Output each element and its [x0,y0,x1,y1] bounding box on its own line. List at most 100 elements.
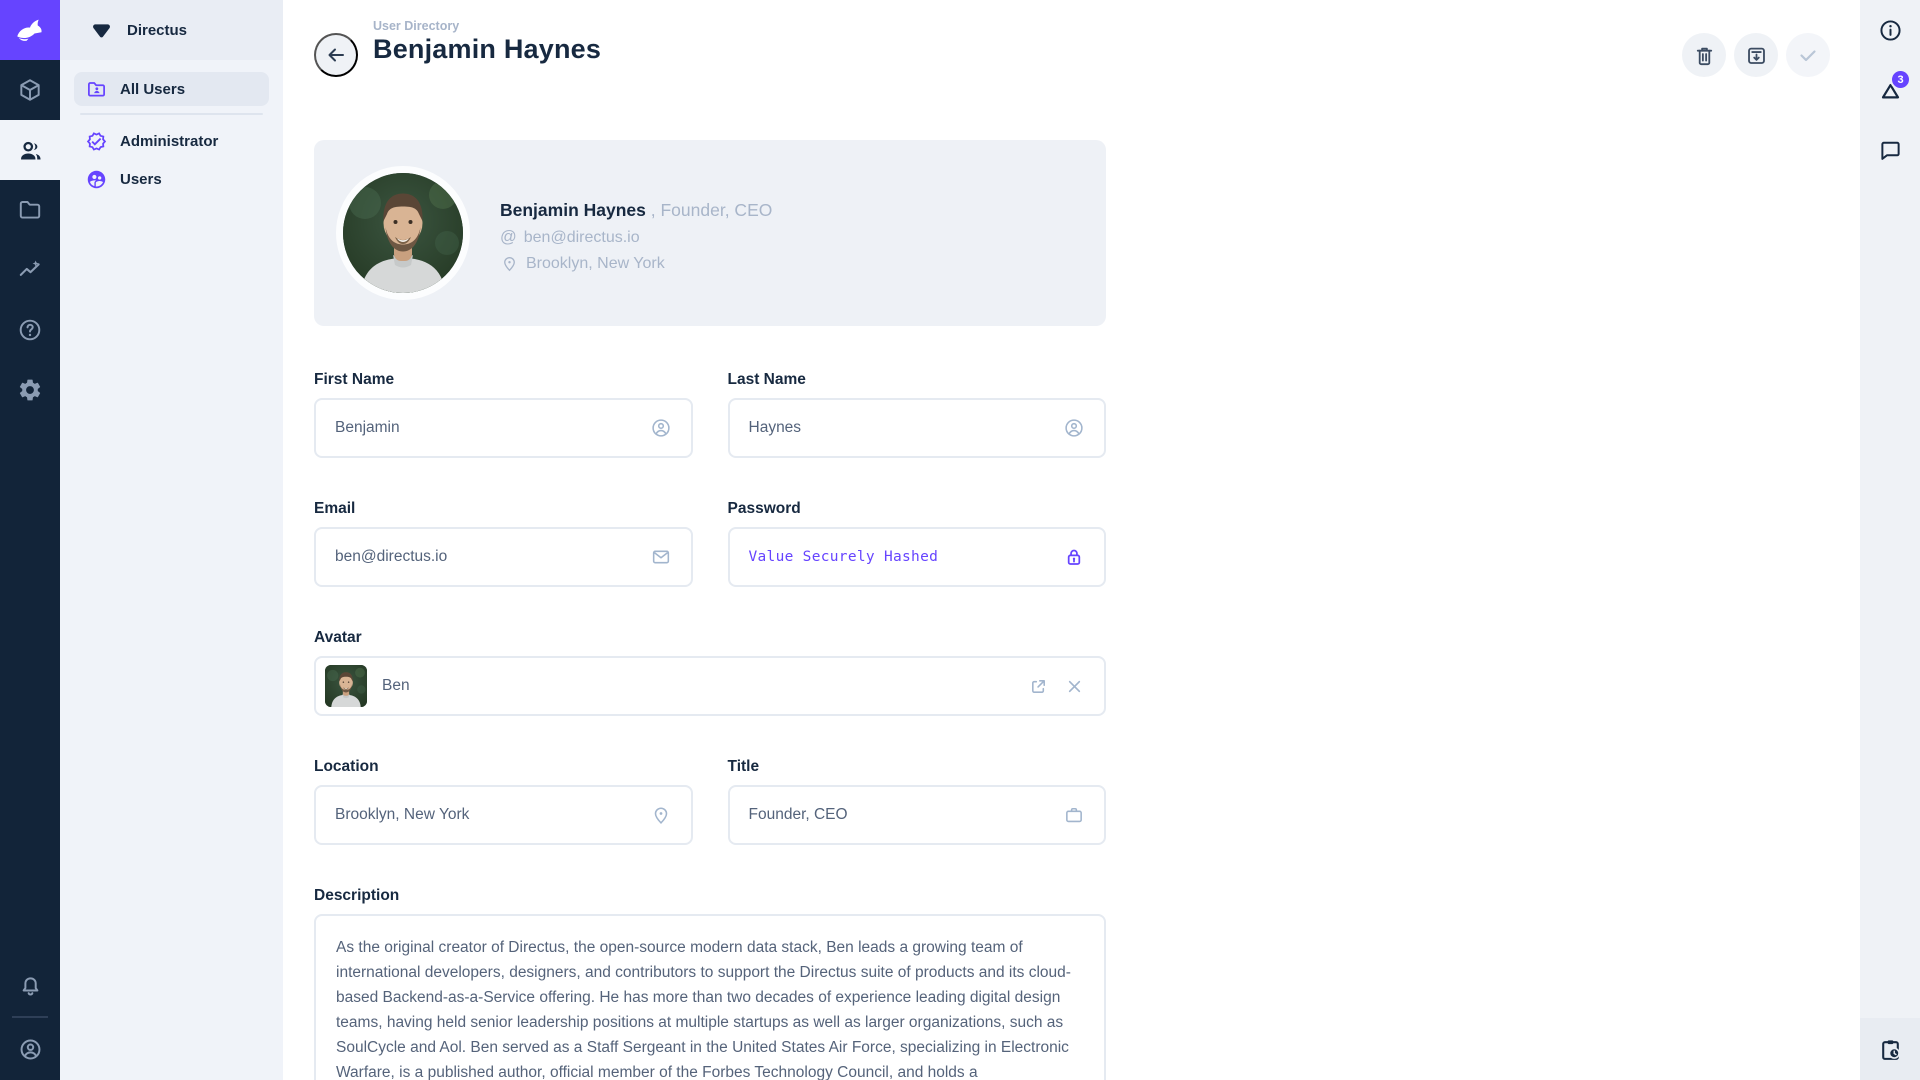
folder-icon [17,197,43,223]
last-name-input[interactable]: Haynes [728,398,1107,458]
title-input[interactable]: Founder, CEO [728,785,1107,845]
avatar-input[interactable]: Ben [314,656,1106,716]
first-name-input[interactable]: Benjamin [314,398,693,458]
briefcase-icon [1063,804,1085,826]
account-circle-icon [650,417,672,439]
field-last-name: Last Name Haynes [728,371,1107,458]
module-settings[interactable] [0,360,60,420]
module-insights[interactable] [0,240,60,300]
account-menu-button[interactable] [0,1018,60,1080]
nav-sidebar: Directus All Users Administrator [60,0,283,1080]
user-card-role: , Founder, CEO [651,200,773,220]
breadcrumb: User Directory [373,19,601,33]
module-content[interactable] [0,60,60,120]
nav-list: All Users Administrator Users [60,60,283,196]
module-bar-spacer [0,420,60,956]
trash-icon [1693,44,1716,67]
user-form: First Name Benjamin Last Name [314,371,1106,1080]
nav-item-administrator[interactable]: Administrator [74,124,269,158]
rabbit-icon [12,12,48,48]
content: Benjamin Haynes , Founder, CEO @ ben@dir… [314,90,1106,1080]
nav-item-label: Administrator [120,133,218,150]
page-header: User Directory Benjamin Haynes [283,0,1860,90]
back-button[interactable] [314,33,358,77]
field-description: Description As the original creator of D… [314,887,1106,1080]
comment-icon [1878,138,1903,163]
input-value: Benjamin [335,419,400,437]
module-user-directory[interactable] [0,120,60,180]
folder-user-icon [86,79,107,100]
avatar-actions [1028,676,1085,697]
revisions-count-badge: 3 [1890,69,1911,90]
account-circle-icon [1063,417,1085,439]
user-avatar-photo[interactable] [336,166,470,300]
activity-log-button[interactable] [1860,1018,1920,1080]
main-area: User Directory Benjamin Haynes [283,0,1860,1080]
field-email: Email ben@directus.io [314,500,693,587]
right-sidebar: 3 [1860,0,1920,1080]
check-icon [1796,43,1820,67]
directus-logo[interactable] [0,0,60,60]
arrow-left-icon [324,43,348,67]
user-card-email-row: @ ben@directus.io [500,228,772,247]
account-circle-icon [18,1037,43,1062]
description-textarea[interactable]: As the original creator of Directus, the… [314,914,1106,1080]
close-icon[interactable] [1064,676,1085,697]
input-value: Haynes [749,419,802,437]
nav-item-all-users[interactable]: All Users [74,72,269,106]
module-documentation[interactable] [0,300,60,360]
archive-button[interactable] [1734,33,1778,77]
project-fan-icon [90,19,113,42]
map-pin-icon [500,254,519,273]
field-avatar: Avatar Ben [314,629,1106,716]
info-icon [1878,18,1903,43]
envelope-icon [650,546,672,568]
archive-icon [1745,44,1768,67]
lock-icon [1063,546,1085,568]
comments-sidebar-button[interactable] [1860,120,1920,180]
notifications-button[interactable] [0,956,60,1016]
bell-icon [18,974,43,999]
project-header[interactable]: Directus [60,0,283,60]
people-icon [17,137,44,164]
users-circle-icon [86,169,107,190]
delete-button[interactable] [1682,33,1726,77]
project-name: Directus [127,22,187,39]
nav-item-label: All Users [120,81,185,98]
nav-item-users[interactable]: Users [74,162,269,196]
input-value: Founder, CEO [749,806,848,824]
field-label: Title [728,758,1107,776]
revisions-sidebar-button[interactable]: 3 [1860,60,1920,120]
box-icon [17,77,43,103]
field-label: Location [314,758,693,776]
field-label: Last Name [728,371,1107,389]
info-sidebar-button[interactable] [1860,0,1920,60]
field-title: Title Founder, CEO [728,758,1107,845]
save-button[interactable] [1786,33,1830,77]
avatar-thumbnail[interactable] [325,665,367,707]
gear-icon [17,377,43,403]
input-value: Value Securely Hashed [749,549,939,565]
user-card-name: Benjamin Haynes [500,200,646,220]
header-actions [1682,33,1830,77]
clipboard-clock-icon [1878,1037,1903,1062]
module-file-library[interactable] [0,180,60,240]
field-label: Avatar [314,629,1106,647]
user-card-info: Benjamin Haynes , Founder, CEO @ ben@dir… [500,200,772,273]
location-input[interactable]: Brooklyn, New York [314,785,693,845]
nav-item-label: Users [120,171,162,188]
help-icon [17,317,43,343]
launch-icon[interactable] [1028,676,1049,697]
field-label: Email [314,500,693,518]
email-input[interactable]: ben@directus.io [314,527,693,587]
password-input[interactable]: Value Securely Hashed [728,527,1107,587]
user-summary-card: Benjamin Haynes , Founder, CEO @ ben@dir… [314,140,1106,326]
field-location: Location Brooklyn, New York [314,758,693,845]
input-value: Ben [382,677,410,695]
field-password: Password Value Securely Hashed [728,500,1107,587]
nav-divider [80,113,263,115]
title-block: User Directory Benjamin Haynes [373,19,601,65]
input-value: Brooklyn, New York [335,806,469,824]
user-card-location-row: Brooklyn, New York [500,254,772,273]
input-value: ben@directus.io [335,548,447,566]
